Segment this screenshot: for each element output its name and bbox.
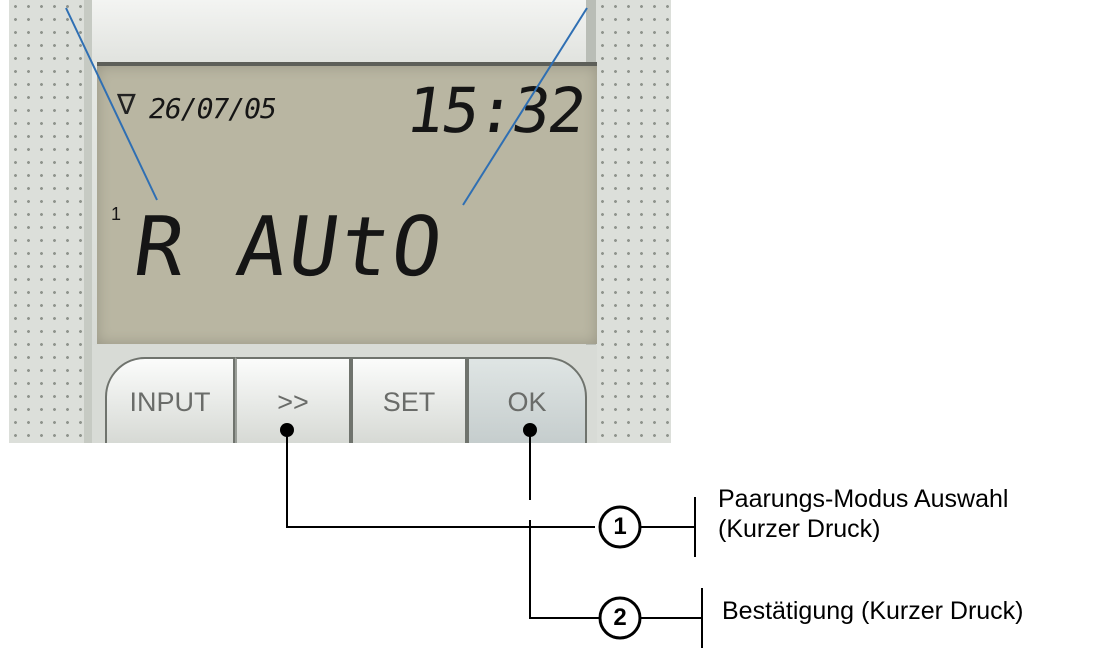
callout-number-1: 1 xyxy=(613,513,627,540)
callout-number-2: 2 xyxy=(613,604,627,631)
callout-2-text: Bestätigung (Kurzer Druck) xyxy=(722,596,1024,626)
pointer-line-left xyxy=(65,7,158,201)
pointer-line-right xyxy=(462,7,588,206)
callout-1-line-1: Paarungs-Modus Auswahl xyxy=(718,485,1009,513)
callout-2-line-1: Bestätigung (Kurzer Druck) xyxy=(722,597,1024,625)
callout-line-1 xyxy=(286,430,595,528)
callout-1-text: Paarungs-Modus Auswahl (Kurzer Druck) xyxy=(718,484,1008,544)
callout-lines xyxy=(65,7,703,648)
callout-line-2 xyxy=(529,430,600,619)
callout-1-line-2: (Kurzer Druck) xyxy=(718,515,881,543)
